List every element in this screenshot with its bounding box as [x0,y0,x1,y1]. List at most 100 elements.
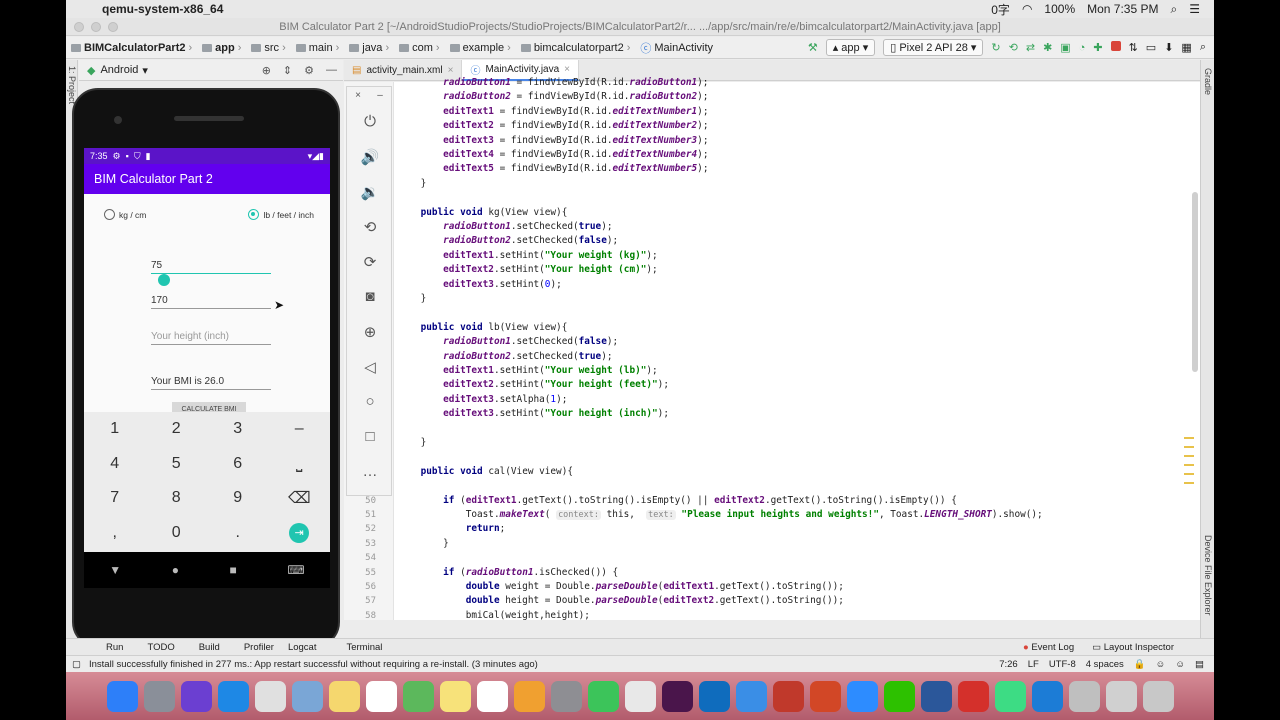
dock-app-finder-icon[interactable] [106,680,138,712]
radio-button-checked[interactable] [248,209,260,220]
radio-lb-feet-inch[interactable]: lb / feet / inch [248,209,314,220]
code-line[interactable]: editText1.setHint("Your weight (lb)"); [398,364,658,378]
keyboard-key[interactable]: , [84,524,146,542]
editor-scrollbar[interactable] [1192,192,1198,372]
memory-indicator-icon[interactable]: ▤ [1195,659,1204,670]
tool-tab-terminal[interactable]: Terminal [346,642,382,653]
project-tool-tab[interactable]: 1: Project [67,66,77,104]
dock-app-notes-icon[interactable] [328,680,360,712]
dock-app-facetime-icon[interactable] [587,680,619,712]
code-line[interactable]: editText1 = findViewById(R.id.editTextNu… [398,105,708,119]
code-line[interactable]: public void kg(View view){ [398,206,568,220]
close-tab-icon[interactable]: × [564,64,570,75]
debug-icon[interactable]: ✱ [1043,41,1052,54]
home-icon[interactable]: ○ [347,384,393,419]
dock-app-dictionary-icon[interactable] [772,680,804,712]
tool-tab-build[interactable]: Build [199,642,220,653]
keyboard-key[interactable]: ⌫ [269,488,331,508]
dock-app-launchpad-icon[interactable] [143,680,175,712]
code-area[interactable]: radioButton1 = findViewById(R.id.radioBu… [398,77,1186,621]
dock-app-trash-icon[interactable] [1142,680,1174,712]
overview-icon[interactable]: □ [347,419,393,454]
tool-tab-todo[interactable]: TODO [147,642,174,653]
power-icon[interactable]: ⏻ [347,104,393,139]
more-icon[interactable]: … [347,454,393,489]
code-line[interactable]: } [398,292,427,306]
clock[interactable]: Mon 7:35 PM [1087,2,1158,16]
code-line[interactable]: editText3.setAlpha(1); [398,393,567,407]
dock-app-reminders-icon[interactable] [476,680,508,712]
project-structure-icon[interactable]: ▦ [1181,41,1191,54]
hammer-icon[interactable]: ⚒ [808,41,818,54]
device-select[interactable]: ▯ Pixel 2 API 28 ▾ [883,39,984,56]
breadcrumb-main[interactable]: main › [291,42,345,54]
dock-app-zoom-icon[interactable] [846,680,878,712]
dock-app-word-icon[interactable] [920,680,952,712]
keyboard-key[interactable]: . [207,524,269,542]
dock-app-stickies-icon[interactable] [439,680,471,712]
volume-up-icon[interactable]: 🔊 [347,139,393,174]
dock-app-documents-icon[interactable] [1068,680,1100,712]
tool-tab-logcat[interactable]: Logcat [288,642,317,653]
rotate-right-icon[interactable]: ⟳ [347,244,393,279]
nav-back-icon[interactable]: ▼ [109,563,121,577]
height-feet-field[interactable]: 170 [151,295,271,309]
input-method-indicator[interactable]: 0字 [991,1,1010,18]
dock-app-slack-icon[interactable] [661,680,693,712]
module-select[interactable]: ▴ app ▾ [825,39,876,56]
close-tab-icon[interactable]: × [448,65,454,76]
code-line[interactable]: return; [398,522,506,536]
tool-tab-event-log[interactable]: ● Event Log [1023,642,1074,653]
apply-code-changes-icon[interactable]: ⇄ [1026,41,1035,54]
code-line[interactable]: radioButton2.setChecked(false); [398,234,618,248]
wifi-icon[interactable]: ◠ [1022,2,1032,16]
nav-recents-icon[interactable]: ■ [230,563,237,577]
project-view-select[interactable]: Android [100,64,138,76]
code-line[interactable]: editText3.setHint("Your height (inch)"); [398,407,669,421]
code-line[interactable]: } [398,537,449,551]
code-line[interactable]: radioButton1.setChecked(false); [398,335,618,349]
code-line[interactable]: public void cal(View view){ [398,465,573,479]
minimize-emulator-icon[interactable]: – [377,90,383,101]
code-line[interactable]: editText2 = findViewById(R.id.editTextNu… [398,119,708,133]
code-line[interactable]: radioButton2 = findViewById(R.id.radioBu… [398,90,708,104]
gear-icon[interactable]: ⚙ [304,64,314,77]
breadcrumb-app[interactable]: app › [197,42,246,54]
device-file-explorer-tab[interactable]: Device File Explorer [1203,535,1213,616]
code-line[interactable]: editText2.setHint("Your height (cm)"); [398,263,658,277]
caret-position[interactable]: 7:26 [999,659,1018,670]
code-line[interactable]: double weight = Double.parseDouble(editT… [398,580,844,594]
code-line[interactable]: editText1.setHint("Your weight (kg)"); [398,249,658,263]
height-inch-field[interactable]: Your height (inch) [151,331,271,345]
breadcrumb-package[interactable]: bimcalculatorpart2 › [516,42,636,54]
dock-app-android-studio-icon[interactable] [994,680,1026,712]
dock-app-downloads-icon[interactable] [1105,680,1137,712]
code-line[interactable]: radioButton1 = findViewById(R.id.radioBu… [398,76,708,90]
breadcrumb-java[interactable]: java › [344,42,394,54]
menu-app-name[interactable]: qemu-system-x86_64 [102,2,223,16]
breadcrumb-project[interactable]: BIMCalculatorPart2 › [66,42,197,54]
rotate-left-icon[interactable]: ⟲ [347,209,393,244]
sync-gradle-icon[interactable]: ⇅ [1129,41,1138,54]
status-toggle-icon[interactable]: ▢ [72,659,81,670]
attach-debugger-icon[interactable]: ✚ [1093,41,1102,54]
keyboard-key[interactable]: 5 [146,455,208,473]
code-line[interactable]: if (radioButton1.isChecked()) { [398,566,618,580]
apply-changes-icon[interactable]: ⟲ [1009,41,1018,54]
status-message[interactable]: Install successfully finished in 277 ms.… [89,659,538,670]
smiley-icon[interactable]: ☺ [1156,659,1166,670]
code-line[interactable]: double height = Double.parseDouble(editT… [398,594,844,608]
weight-field[interactable]: 75 [151,260,271,274]
avd-manager-icon[interactable]: ▭ [1146,41,1156,54]
back-icon[interactable]: ◁ [347,349,393,384]
chevron-down-icon[interactable]: ▾ [138,64,148,77]
dock-app-wechat-icon[interactable] [883,680,915,712]
breadcrumb-example[interactable]: example › [445,42,516,54]
keyboard-key[interactable]: 1 [84,420,146,438]
code-line[interactable]: radioButton2.setChecked(true); [398,350,612,364]
keyboard-key[interactable]: 7 [84,489,146,507]
smiley-icon[interactable]: ☺ [1175,659,1185,670]
tool-tab-run[interactable]: Run [106,642,123,653]
minimize-window-button[interactable] [91,22,101,32]
dock-app-preview-icon[interactable] [291,680,323,712]
